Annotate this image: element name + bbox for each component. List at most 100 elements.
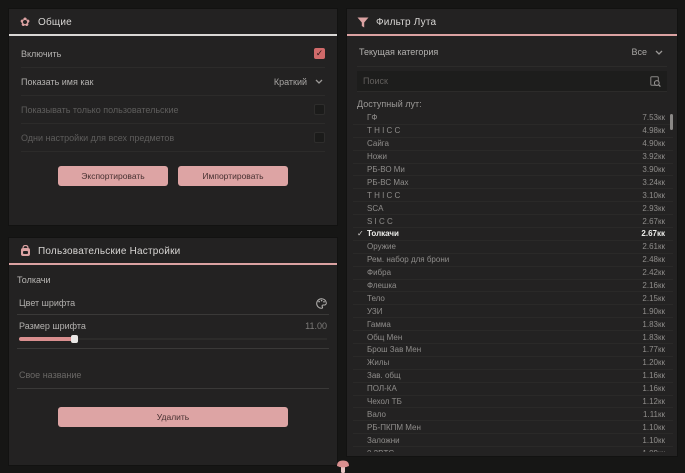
loot-item-value: 3.10кк — [642, 191, 665, 200]
loot-item-name: Брош Зав Мен — [367, 345, 634, 354]
chevron-down-icon — [653, 46, 665, 58]
font-size-field: Размер шрифта 11.00 — [17, 315, 329, 349]
loot-filter-panel: Фильтр Лута Текущая категория Все Доступ… — [346, 8, 678, 457]
loot-item-name: УЗИ — [367, 307, 634, 316]
loot-list-item[interactable]: Чехол ТБ 1.12кк — [353, 396, 673, 409]
loot-item-value: 1.20кк — [642, 358, 665, 367]
custom-only-checkbox[interactable] — [314, 104, 325, 115]
delete-button[interactable]: Удалить — [58, 407, 288, 427]
enable-checkbox[interactable]: ✓ — [314, 48, 325, 59]
loot-item-value: 4.90кк — [642, 139, 665, 148]
loot-item-value: 1.11кк — [643, 410, 665, 419]
font-color-label: Цвет шрифта — [19, 298, 75, 308]
loot-item-value: 3.92кк — [642, 152, 665, 161]
loot-list-item[interactable]: Рем. набор для брони 2.48кк — [353, 254, 673, 267]
name-mode-dropdown[interactable]: Краткий — [274, 76, 325, 88]
loot-item-value: 1.10кк — [642, 423, 665, 432]
loot-item-value: 1.10кк — [642, 436, 665, 445]
loot-list-item[interactable]: РБ-ВС Мах 3.24кк — [353, 176, 673, 189]
custom-panel-header: Пользовательские Настройки — [9, 238, 337, 263]
loot-list-item[interactable]: Т Н І С С 4.98кк — [353, 125, 673, 138]
search-input[interactable] — [363, 76, 649, 86]
general-panel-header: ✿ Общие — [9, 9, 337, 34]
loot-list-item[interactable]: Тело 2.15кк — [353, 292, 673, 305]
loot-list-item[interactable]: Зав. общ 1.16кк — [353, 370, 673, 383]
loot-item-name: Жилы — [367, 358, 634, 367]
loot-list-item[interactable]: Ножи 3.92кк — [353, 151, 673, 164]
loot-list-item[interactable]: ПОЛ-КА 1.16кк — [353, 383, 673, 396]
available-loot-label: Доступный лут: — [347, 92, 677, 112]
loot-item-value: 1.90кк — [642, 307, 665, 316]
loot-item-value: 1.77кк — [642, 345, 665, 354]
font-size-slider[interactable] — [19, 335, 327, 343]
loot-item-name: Зав. общ — [367, 371, 634, 380]
loot-list-item[interactable]: 0.2BTC 1.09кк — [353, 447, 673, 452]
loot-item-value: 3.90кк — [642, 165, 665, 174]
loot-item-value: 2.42кк — [642, 268, 665, 277]
loot-item-name: Тело — [367, 294, 634, 303]
setting-row-custom-only: Показывать только пользовательские — [21, 96, 325, 124]
export-button[interactable]: Экспортировать — [58, 166, 168, 186]
setting-row-same-for-all: Одни настройки для всех предметов — [21, 124, 325, 152]
setting-row-enable: Включить ✓ — [21, 40, 325, 68]
palette-icon[interactable] — [315, 297, 327, 309]
search-icon[interactable] — [649, 75, 661, 87]
loot-list-item[interactable]: Фибра 2.42кк — [353, 267, 673, 280]
loot-item-name: SCA — [367, 204, 634, 213]
mushroom-logo-icon — [336, 458, 350, 473]
loot-list-item[interactable]: Оружие 2.61кк — [353, 241, 673, 254]
loot-item-name: Рем. набор для брони — [367, 255, 634, 264]
category-value: Все — [631, 47, 647, 57]
loot-list-item[interactable]: Заложни 1.10кк — [353, 434, 673, 447]
loot-item-name: Оружие — [367, 242, 634, 251]
loot-list-item[interactable]: ГФ 7.53кк — [353, 112, 673, 125]
check-icon: ✓ — [357, 229, 367, 238]
loot-list-item[interactable]: Общ Мен 1.83кк — [353, 331, 673, 344]
loot-item-value: 2.16кк — [642, 281, 665, 290]
slider-fill — [19, 337, 74, 341]
loot-item-value: 1.83кк — [642, 333, 665, 342]
loot-item-name: ПОЛ-КА — [367, 384, 634, 393]
funnel-icon — [357, 16, 369, 28]
flower-gear-icon: ✿ — [19, 16, 31, 28]
font-size-label: Размер шрифта — [19, 321, 86, 331]
loot-item-name: ГФ — [367, 113, 634, 122]
loot-item-name: Вало — [367, 410, 635, 419]
loot-list-item[interactable]: S І С С 2.67кк — [353, 215, 673, 228]
loot-list-item[interactable]: Брош Зав Мен 1.77кк — [353, 344, 673, 357]
custom-panel-title: Пользовательские Настройки — [38, 246, 180, 257]
loot-item-name: Флешка — [367, 281, 634, 290]
loot-list-item[interactable]: РБ-ВО Ми 3.90кк — [353, 164, 673, 177]
loot-list-item[interactable]: Флешка 2.16кк — [353, 280, 673, 293]
custom-name-input[interactable] — [19, 370, 327, 380]
loot-list-item[interactable]: ✓ Толкачи 2.67кк — [353, 228, 673, 241]
same-for-all-label: Одни настройки для всех предметов — [21, 133, 174, 143]
custom-settings-panel: Пользовательские Настройки Толкачи Цвет … — [8, 237, 338, 466]
loot-list-item[interactable]: SCA 2.93кк — [353, 202, 673, 215]
loot-item-name: Сайга — [367, 139, 634, 148]
loot-list-item[interactable]: УЗИ 1.90кк — [353, 305, 673, 318]
font-size-value: 11.00 — [305, 321, 327, 331]
loot-list: ГФ 7.53кк Т Н І С С 4.98кк Сайга 4.90кк … — [353, 112, 673, 452]
slider-handle[interactable] — [71, 335, 78, 343]
category-dropdown[interactable]: Все — [631, 46, 665, 58]
loot-item-value: 4.98кк — [642, 126, 665, 135]
scrollbar-thumb[interactable] — [670, 114, 673, 130]
loot-list-item[interactable]: Гамма 1.83кк — [353, 318, 673, 331]
filter-panel-title: Фильтр Лута — [376, 17, 436, 28]
loot-list-item[interactable]: Вало 1.11кк — [353, 408, 673, 421]
loot-list-item[interactable]: РБ-ПКПМ Мен 1.10кк — [353, 421, 673, 434]
enable-label: Включить — [21, 49, 61, 59]
loot-list-item[interactable]: Жилы 1.20кк — [353, 357, 673, 370]
loot-item-name: 0.2BTC — [367, 449, 634, 452]
search-row — [357, 71, 667, 92]
loot-item-value: 2.61кк — [642, 242, 665, 251]
loot-item-name: Т Н І С С — [367, 126, 634, 135]
import-button[interactable]: Импортировать — [178, 166, 288, 186]
loot-item-name: Чехол ТБ — [367, 397, 634, 406]
same-for-all-checkbox[interactable] — [314, 132, 325, 143]
backpack-icon — [19, 245, 31, 257]
filter-panel-header: Фильтр Лута — [347, 9, 677, 34]
loot-list-item[interactable]: Т Н І С С 3.10кк — [353, 189, 673, 202]
loot-list-item[interactable]: Сайга 4.90кк — [353, 138, 673, 151]
